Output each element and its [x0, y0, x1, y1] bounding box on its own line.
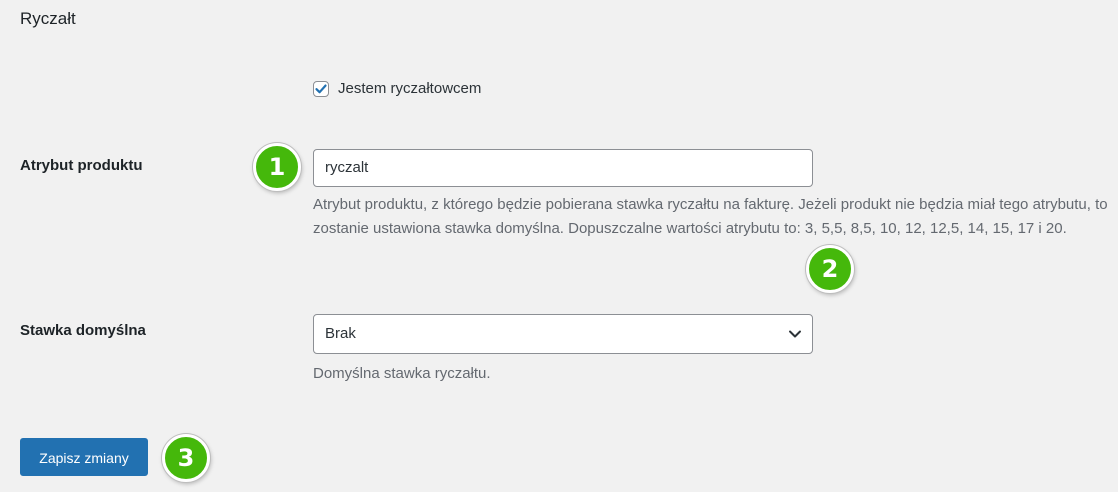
- attribute-label: Atrybut produktu: [20, 157, 143, 174]
- checkmark-icon: [315, 84, 327, 93]
- attribute-input[interactable]: ryczalt: [313, 149, 813, 187]
- ryczalt-checkbox-row[interactable]: Jestem ryczałtowcem: [313, 80, 481, 97]
- default-rate-description: Domyślna stawka ryczałtu.: [313, 365, 491, 382]
- attribute-description: Atrybut produktu, z którego będzie pobie…: [313, 196, 1108, 237]
- section-title: Ryczałt: [20, 9, 76, 28]
- step-badge-2: 2: [806, 245, 854, 293]
- ryczalt-checkbox-label[interactable]: Jestem ryczałtowcem: [338, 80, 481, 97]
- save-changes-button[interactable]: Zapisz zmiany: [20, 438, 148, 476]
- default-rate-selected-value: Brak: [325, 325, 356, 342]
- default-rate-select[interactable]: Brak: [313, 314, 813, 354]
- ryczalt-checkbox[interactable]: [313, 80, 329, 97]
- step-badge-3: 3: [162, 434, 210, 482]
- chevron-down-icon: [789, 330, 801, 338]
- step-badge-1: 1: [253, 143, 301, 191]
- default-rate-label: Stawka domyślna: [20, 322, 146, 339]
